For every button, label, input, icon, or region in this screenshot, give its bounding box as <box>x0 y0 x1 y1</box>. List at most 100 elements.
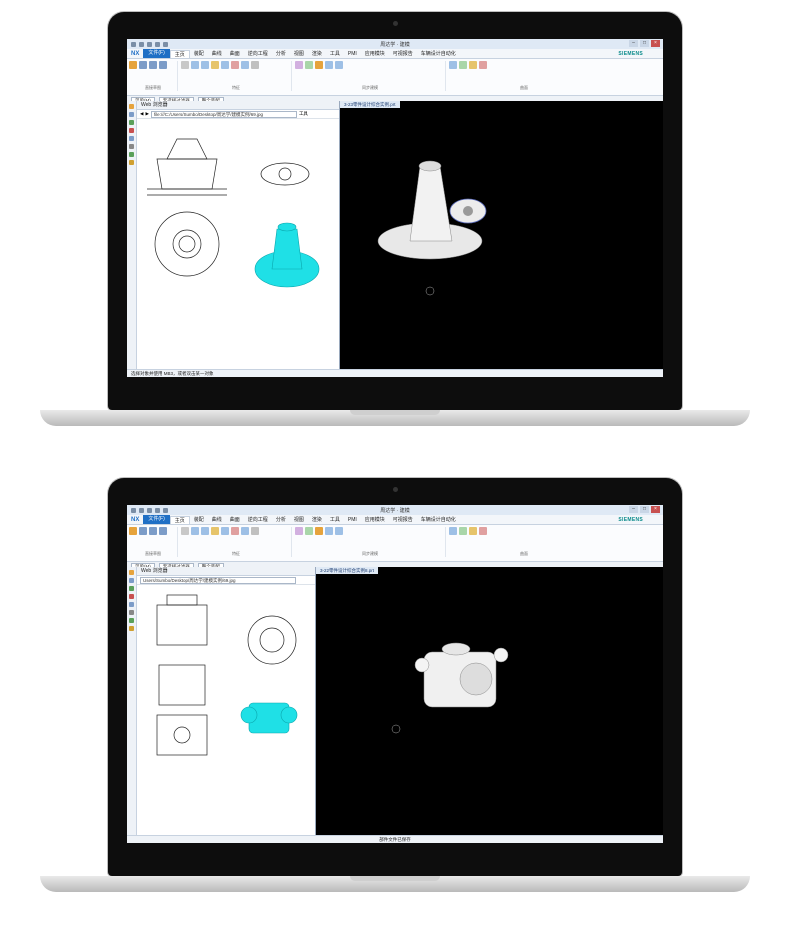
graphics-tab[interactable]: 3-22零件设计综合实例8.prt <box>316 567 379 574</box>
graphics-window[interactable]: 3-22零件设计综合实例8.prt <box>316 567 663 836</box>
reuse-library-icon[interactable] <box>129 128 134 133</box>
ruled-icon[interactable] <box>459 527 467 535</box>
graphics-tab[interactable]: 3-23零件设计综合实例.prt <box>340 101 400 108</box>
system-materials-icon[interactable] <box>129 618 134 623</box>
blend-icon[interactable] <box>231 527 239 535</box>
maximize-button[interactable]: □ <box>640 506 649 513</box>
line-icon[interactable] <box>139 527 147 535</box>
chamfer-icon[interactable] <box>241 61 249 69</box>
tab[interactable]: 可视报告 <box>389 50 417 57</box>
delete-face-icon[interactable] <box>325 61 333 69</box>
tab[interactable]: 逆向工程 <box>244 516 272 523</box>
back-icon[interactable]: ◀ <box>140 111 143 117</box>
web-browser-icon[interactable] <box>129 136 134 141</box>
reuse-library-icon[interactable] <box>129 594 134 599</box>
close-button[interactable]: × <box>651 506 660 513</box>
blend-icon[interactable] <box>231 61 239 69</box>
hole-icon[interactable] <box>201 527 209 535</box>
pattern-icon[interactable] <box>251 61 259 69</box>
roles-icon[interactable] <box>129 626 134 631</box>
tab[interactable]: 工具 <box>326 516 344 523</box>
file-menu[interactable]: 文件(F) <box>143 515 170 524</box>
system-materials-icon[interactable] <box>129 152 134 157</box>
tab[interactable]: 渲染 <box>308 50 326 57</box>
delete-face-icon[interactable] <box>325 527 333 535</box>
trim-icon[interactable] <box>479 527 487 535</box>
tab-home[interactable]: 主页 <box>169 515 190 524</box>
hole-icon[interactable] <box>201 61 209 69</box>
extrude-icon[interactable] <box>191 61 199 69</box>
arc-icon[interactable] <box>149 527 157 535</box>
tab[interactable]: 视图 <box>290 516 308 523</box>
assembly-navigator-icon[interactable] <box>129 112 134 117</box>
chamfer-icon[interactable] <box>241 527 249 535</box>
history-icon[interactable] <box>129 144 134 149</box>
unite-icon[interactable] <box>211 527 219 535</box>
constraint-navigator-icon[interactable] <box>129 120 134 125</box>
arc-icon[interactable] <box>149 61 157 69</box>
address-input[interactable]: file:///C:/Users/Sumbo/Desktop/周达学/建模实例/… <box>150 110 297 118</box>
tab[interactable]: PMI <box>344 517 361 523</box>
tab[interactable]: 渲染 <box>308 516 326 523</box>
sketch-icon[interactable] <box>129 61 137 69</box>
shell-icon[interactable] <box>221 527 229 535</box>
sew-icon[interactable] <box>469 527 477 535</box>
constraint-navigator-icon[interactable] <box>129 586 134 591</box>
tab[interactable]: 应用模块 <box>361 516 389 523</box>
more-icon[interactable] <box>335 527 343 535</box>
through-curves-icon[interactable] <box>449 527 457 535</box>
ruled-icon[interactable] <box>459 61 467 69</box>
circle-icon[interactable] <box>159 527 167 535</box>
tab[interactable]: 分析 <box>272 516 290 523</box>
part-navigator-icon[interactable] <box>129 104 134 109</box>
assembly-navigator-icon[interactable] <box>129 578 134 583</box>
forward-icon[interactable]: ▶ <box>145 111 148 117</box>
file-menu[interactable]: 文件(F) <box>143 49 170 58</box>
graphics-window[interactable]: 3-23零件设计综合实例.prt <box>340 101 663 370</box>
tab-home[interactable]: 主页 <box>169 49 190 58</box>
circle-icon[interactable] <box>159 61 167 69</box>
unite-icon[interactable] <box>211 61 219 69</box>
sew-icon[interactable] <box>469 61 477 69</box>
roles-icon[interactable] <box>129 160 134 165</box>
web-browser-icon[interactable] <box>129 602 134 607</box>
minimize-button[interactable]: – <box>629 40 638 47</box>
extrude-icon[interactable] <box>191 527 199 535</box>
tab[interactable]: 应用模块 <box>361 50 389 57</box>
history-icon[interactable] <box>129 610 134 615</box>
tab[interactable]: 曲面 <box>226 50 244 57</box>
tab[interactable]: 装配 <box>190 516 208 523</box>
offset-region-icon[interactable] <box>305 527 313 535</box>
close-button[interactable]: × <box>651 40 660 47</box>
sketch-icon[interactable] <box>129 527 137 535</box>
address-input[interactable]: Users/Sumbo/Desktop/周达学/建模实例/69.jpg <box>140 576 296 584</box>
tab[interactable]: 分析 <box>272 50 290 57</box>
pattern-icon[interactable] <box>251 527 259 535</box>
move-face-icon[interactable] <box>295 61 303 69</box>
tab[interactable]: 车辆设计自动化 <box>417 516 460 523</box>
tab[interactable]: 曲线 <box>208 50 226 57</box>
tab[interactable]: 工具 <box>326 50 344 57</box>
datum-plane-icon[interactable] <box>181 527 189 535</box>
maximize-button[interactable]: □ <box>640 40 649 47</box>
tab[interactable]: PMI <box>344 51 361 57</box>
tab[interactable]: 曲线 <box>208 516 226 523</box>
tab[interactable]: 逆向工程 <box>244 50 272 57</box>
datum-plane-icon[interactable] <box>181 61 189 69</box>
trim-icon[interactable] <box>479 61 487 69</box>
through-curves-icon[interactable] <box>449 61 457 69</box>
tab[interactable]: 视图 <box>290 50 308 57</box>
tab[interactable]: 曲面 <box>226 516 244 523</box>
more-icon[interactable] <box>335 61 343 69</box>
replace-face-icon[interactable] <box>315 61 323 69</box>
tab[interactable]: 装配 <box>190 50 208 57</box>
tab[interactable]: 可视报告 <box>389 516 417 523</box>
replace-face-icon[interactable] <box>315 527 323 535</box>
tab[interactable]: 车辆设计自动化 <box>417 50 460 57</box>
minimize-button[interactable]: – <box>629 506 638 513</box>
offset-region-icon[interactable] <box>305 61 313 69</box>
move-face-icon[interactable] <box>295 527 303 535</box>
shell-icon[interactable] <box>221 61 229 69</box>
browser-tools-menu[interactable]: 工具 <box>299 111 308 117</box>
line-icon[interactable] <box>139 61 147 69</box>
